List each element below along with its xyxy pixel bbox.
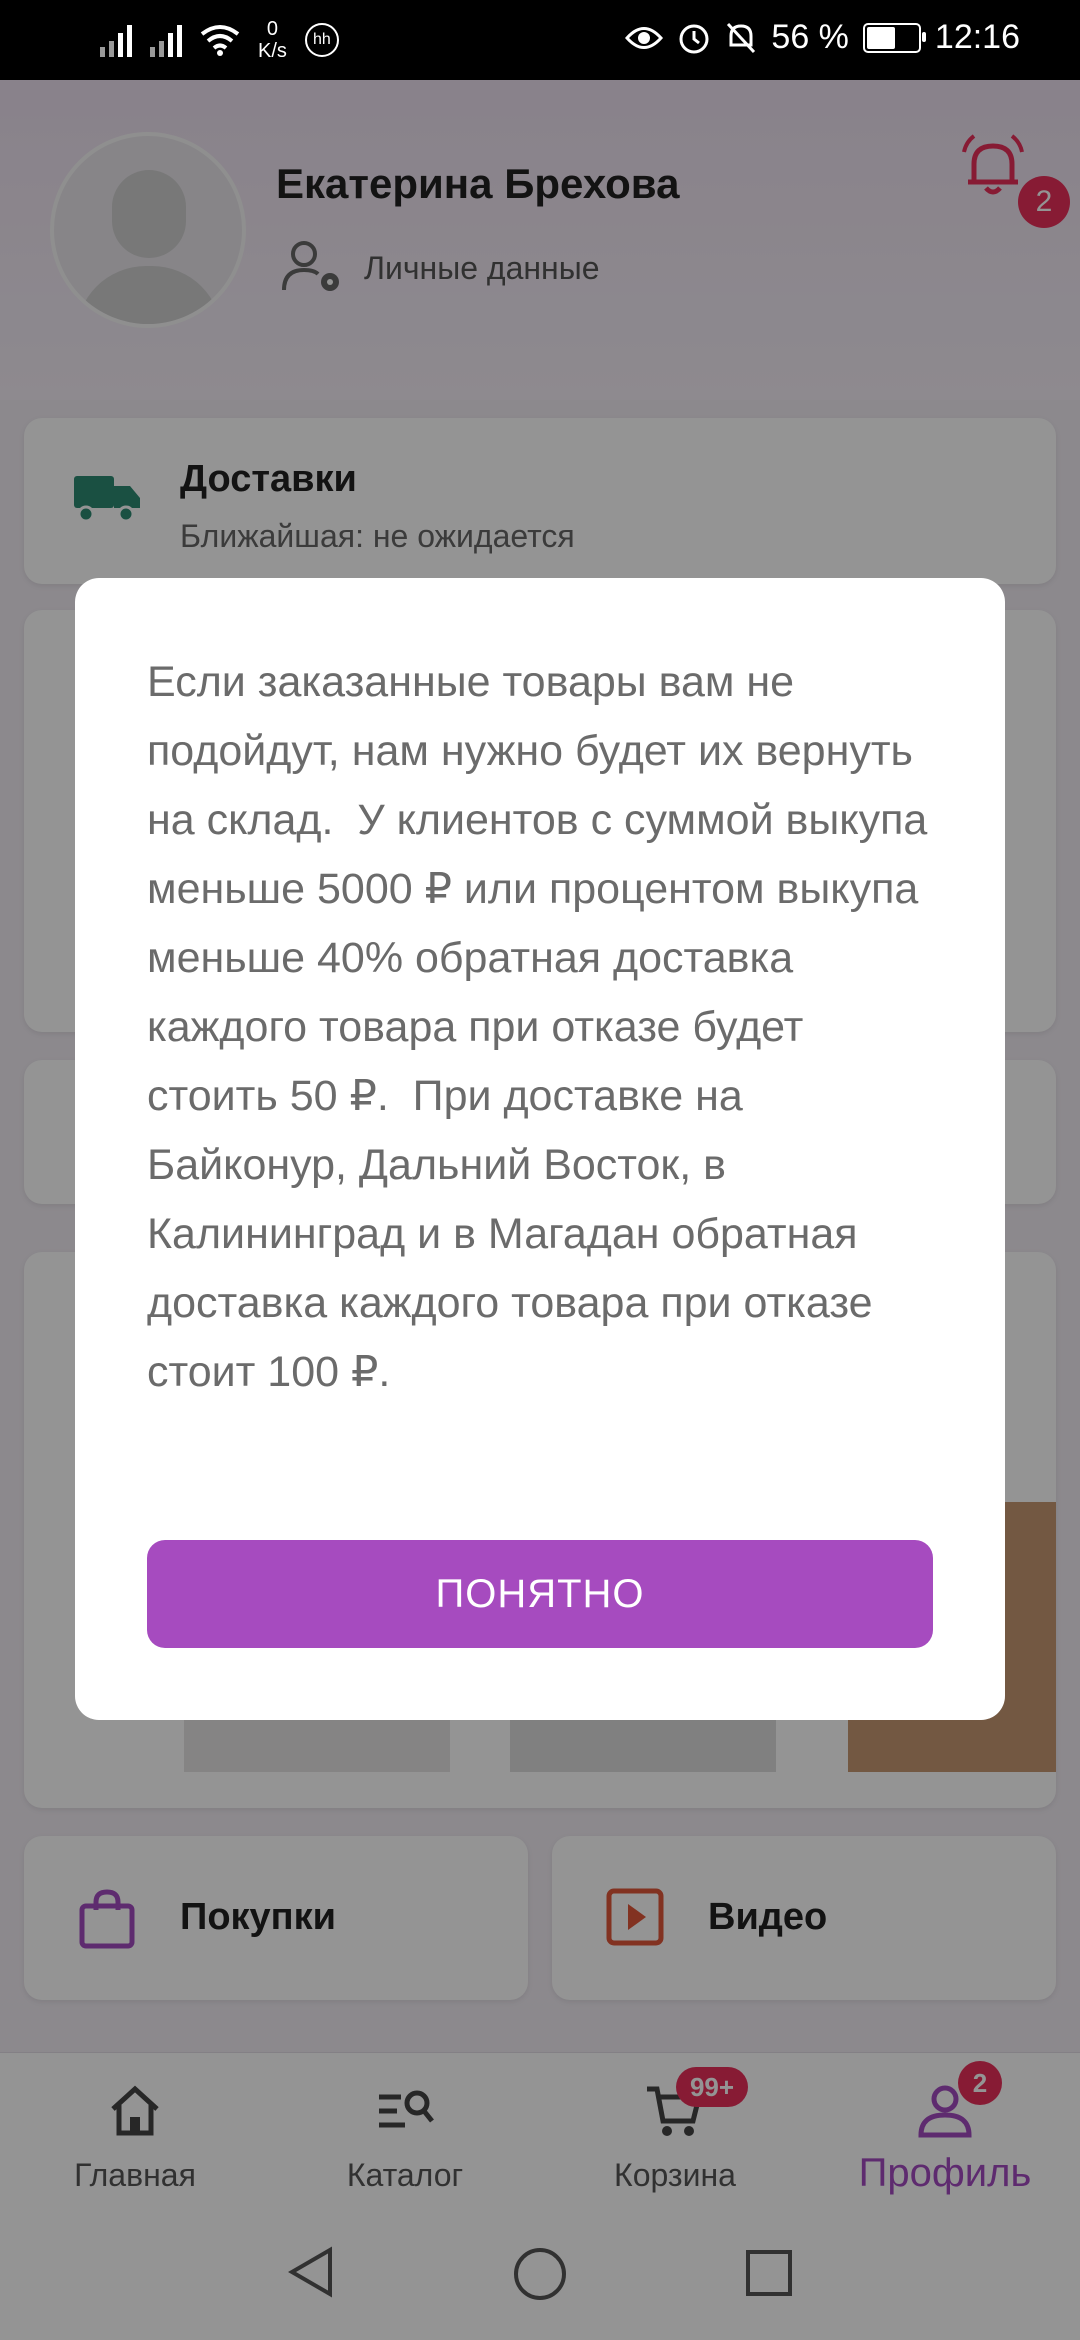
clock: 12:16 — [934, 18, 1020, 56]
dialog-message: Если заказанные товары вам не подойдут, … — [147, 658, 940, 1396]
ok-button[interactable]: ПОНЯТНО — [147, 1540, 933, 1648]
return-policy-dialog: Если заказанные товары вам не подойдут, … — [75, 578, 1005, 1720]
battery-percent: 56 % — [771, 18, 849, 56]
battery-fill — [866, 26, 895, 49]
signal-icon-2 — [150, 23, 182, 57]
eye-icon — [625, 26, 664, 49]
network-speed: 0 K/s — [258, 18, 287, 62]
wifi-icon — [200, 25, 240, 56]
battery-icon — [862, 22, 926, 53]
hd-icon: hh — [304, 23, 339, 57]
status-bar: 0 K/s hh 56 % 12:16 — [0, 0, 1080, 80]
signal-icon — [100, 23, 132, 57]
alarm-icon — [679, 24, 709, 53]
mute-bell-icon — [727, 22, 756, 53]
